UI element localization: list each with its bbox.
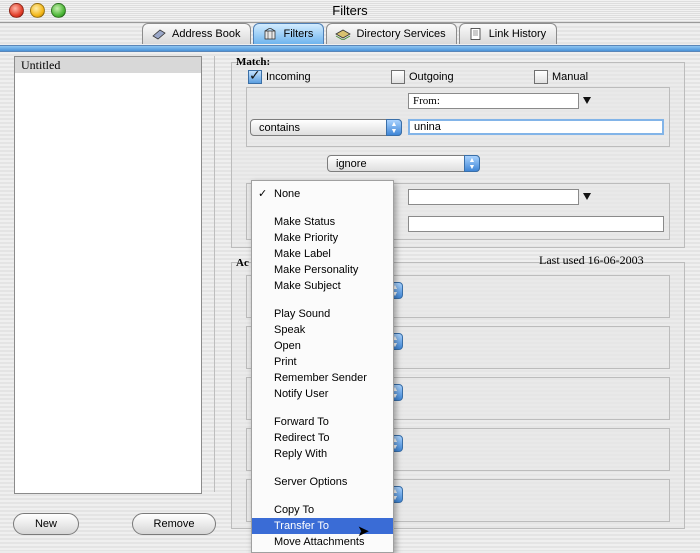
menu-item-play-sound[interactable]: Play Sound: [252, 306, 393, 322]
header-field-2-dropdown-icon[interactable]: [583, 193, 591, 200]
tab-label: Directory Services: [356, 28, 446, 40]
last-used-text: Last used 16-06-2003: [539, 253, 644, 267]
tab-filters[interactable]: Filters: [253, 23, 325, 44]
conjunction-value: ignore: [336, 158, 367, 170]
menu-item-make-personality[interactable]: Make Personality: [252, 262, 393, 278]
link-history-icon: [470, 28, 481, 40]
conjunction-popup[interactable]: ignore ▲ ▼: [327, 155, 480, 172]
directory-services-icon: [335, 29, 352, 40]
checkbox-icon: [391, 70, 405, 84]
actions-label: Ac: [236, 257, 249, 269]
action-popup-menu: ✓ None Make Status Make Priority Make La…: [251, 180, 394, 553]
menu-item-open[interactable]: Open: [252, 338, 393, 354]
tab-label: Filters: [283, 28, 314, 40]
window-title: Filters: [332, 3, 368, 18]
menu-item-print[interactable]: Print: [252, 354, 393, 370]
menu-item-speak[interactable]: Speak: [252, 322, 393, 338]
outgoing-label: Outgoing: [409, 71, 454, 83]
remove-button[interactable]: Remove: [132, 513, 216, 535]
match-value-input-2[interactable]: [408, 216, 664, 232]
menu-item-forward-to[interactable]: Forward To: [252, 414, 393, 430]
checkmark-icon: ✓: [258, 188, 268, 200]
menu-item-make-status[interactable]: Make Status: [252, 214, 393, 230]
match-value-input[interactable]: unina: [408, 119, 664, 135]
manual-label: Manual: [552, 71, 589, 83]
header-field-2[interactable]: [408, 189, 579, 205]
menu-item-transfer-to[interactable]: Transfer To: [252, 518, 393, 534]
popup-arrows-icon: ▲ ▼: [464, 155, 480, 172]
tab-address-book[interactable]: Address Book: [142, 23, 252, 44]
menu-item-none[interactable]: ✓ None: [252, 186, 393, 202]
new-button[interactable]: New: [13, 513, 79, 535]
menu-item-make-label[interactable]: Make Label: [252, 246, 393, 262]
filters-window: Filters Address Book Filters Directory S…: [0, 0, 700, 553]
menu-item-redirect-to[interactable]: Redirect To: [252, 430, 393, 446]
incoming-label: Incoming: [266, 71, 311, 83]
menu-item-make-subject[interactable]: Make Subject: [252, 278, 393, 294]
menu-item-label: None: [274, 188, 301, 200]
incoming-checkbox[interactable]: Incoming: [248, 67, 311, 84]
tab-label: Address Book: [172, 28, 241, 40]
address-book-icon: [152, 29, 166, 40]
filters-icon: [265, 28, 276, 40]
checkbox-icon: [534, 70, 548, 84]
menu-item-make-priority[interactable]: Make Priority: [252, 230, 393, 246]
match-value-text: unina: [414, 121, 441, 133]
menu-item-copy-to[interactable]: Copy To: [252, 502, 393, 518]
pane-divider: [214, 56, 215, 492]
tab-label: Link History: [488, 28, 547, 40]
checkbox-icon: [248, 67, 262, 84]
tab-link-history[interactable]: Link History: [458, 23, 558, 44]
tab-directory-services[interactable]: Directory Services: [326, 23, 457, 44]
filters-list[interactable]: Untitled: [14, 56, 202, 494]
menu-item-remember-sender[interactable]: Remember Sender: [252, 370, 393, 386]
operator-popup[interactable]: contains ▲ ▼: [250, 119, 402, 136]
operator-value: contains: [259, 122, 300, 134]
mouse-pointer-icon: ➤: [357, 523, 370, 540]
tab-divider: [0, 45, 700, 52]
menu-item-move-attachments[interactable]: Move Attachments: [252, 534, 393, 550]
manual-checkbox[interactable]: Manual: [534, 70, 588, 84]
popup-arrows-icon: ▲ ▼: [386, 119, 402, 136]
outgoing-checkbox[interactable]: Outgoing: [391, 70, 454, 84]
menu-item-server-options[interactable]: Server Options: [252, 474, 393, 490]
list-item[interactable]: Untitled: [15, 57, 201, 73]
tab-bar: Address Book Filters Directory Services …: [142, 23, 559, 45]
header-field[interactable]: From:: [408, 93, 579, 109]
menu-item-notify-user[interactable]: Notify User: [252, 386, 393, 402]
header-field-value: From:: [413, 95, 440, 107]
menu-item-reply-with[interactable]: Reply With: [252, 446, 393, 462]
title-bar[interactable]: Filters: [0, 0, 700, 23]
header-field-dropdown-icon[interactable]: [583, 97, 591, 104]
